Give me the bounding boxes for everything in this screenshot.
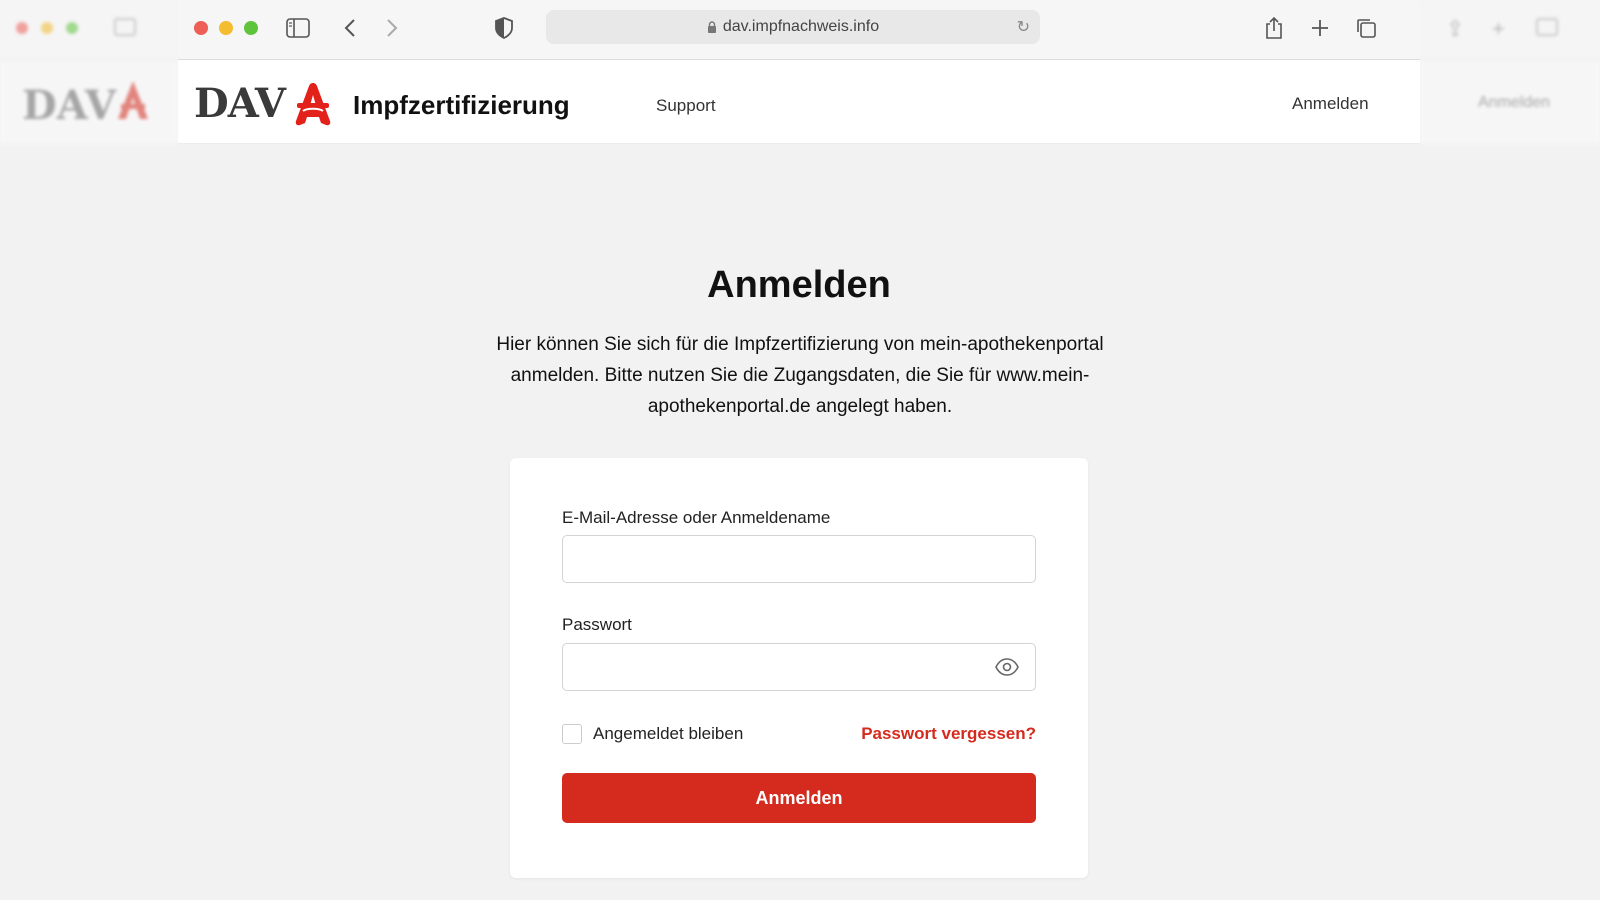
login-form-card: E-Mail-Adresse oder Anmeldename Passwort… bbox=[510, 458, 1088, 878]
remember-me-checkbox[interactable] bbox=[562, 724, 582, 744]
reload-icon[interactable]: ↻ bbox=[1017, 17, 1030, 37]
back-icon[interactable] bbox=[336, 14, 364, 42]
traffic-light-minimize bbox=[41, 22, 53, 34]
password-label: Passwort bbox=[562, 615, 632, 634]
nav-link-support[interactable]: Support bbox=[656, 96, 716, 116]
remember-me-label[interactable]: Angemeldet bleiben bbox=[593, 724, 743, 744]
forgot-password-link[interactable]: Passwort vergessen? bbox=[861, 724, 1036, 744]
email-label: E-Mail-Adresse oder Anmeldename bbox=[562, 508, 831, 527]
sidebar-icon[interactable] bbox=[284, 14, 312, 42]
traffic-light-close bbox=[16, 22, 28, 34]
site-header: DAV Impfzertifizierung Support Anmelden bbox=[178, 60, 1420, 144]
pharmacy-a-icon bbox=[118, 81, 148, 119]
password-field[interactable] bbox=[562, 643, 1036, 691]
share-icon[interactable] bbox=[1260, 14, 1288, 42]
browser-toolbar: dav.impfnachweis.info ↻ bbox=[178, 0, 1420, 60]
traffic-light-zoom bbox=[66, 22, 78, 34]
dav-logo-text: DAV bbox=[194, 80, 286, 127]
close-window-button[interactable] bbox=[194, 21, 208, 35]
sidebar-icon bbox=[114, 18, 136, 36]
tabs-icon bbox=[1536, 18, 1558, 36]
forward-icon[interactable] bbox=[378, 14, 406, 42]
shield-icon[interactable] bbox=[490, 14, 518, 42]
minimize-window-button[interactable] bbox=[219, 21, 233, 35]
new-tab-icon: + bbox=[1492, 16, 1505, 41]
zoom-window-button[interactable] bbox=[244, 21, 258, 35]
main-content: Anmelden Hier können Sie sich für die Im… bbox=[178, 144, 1420, 900]
url-text: dav.impfnachweis.info bbox=[722, 18, 880, 35]
pharmacy-a-icon bbox=[295, 82, 331, 125]
background-window-right: ⇪ + Anmelden bbox=[1420, 0, 1600, 900]
login-button[interactable]: Anmelden bbox=[562, 773, 1036, 823]
dav-logo-text: DAV bbox=[22, 82, 116, 129]
new-tab-icon[interactable] bbox=[1306, 14, 1334, 42]
background-window-chrome bbox=[0, 0, 178, 60]
dav-logo[interactable]: DAV bbox=[194, 80, 333, 127]
share-icon: ⇪ bbox=[1446, 16, 1465, 41]
nav-link-login[interactable]: Anmelden bbox=[1292, 94, 1369, 114]
background-window-chrome: ⇪ + bbox=[1420, 0, 1600, 60]
lock-icon bbox=[707, 20, 716, 33]
background-window-header: Anmelden bbox=[1420, 60, 1600, 144]
browser-window: dav.impfnachweis.info ↻ DAV Impfzertifiz… bbox=[178, 0, 1420, 900]
email-field[interactable] bbox=[562, 535, 1036, 583]
app-title: Impfzertifizierung bbox=[353, 90, 570, 120]
eye-icon[interactable] bbox=[995, 657, 1019, 677]
page-title: Anmelden bbox=[707, 264, 891, 306]
tabs-icon[interactable] bbox=[1352, 14, 1380, 42]
background-login-link: Anmelden bbox=[1478, 94, 1551, 111]
page-description: Hier können Sie sich für die Impfzertifi… bbox=[496, 334, 1104, 417]
address-bar[interactable]: dav.impfnachweis.info ↻ bbox=[546, 10, 1040, 44]
background-window-header: DAV bbox=[0, 60, 178, 144]
background-window-left: DAV bbox=[0, 0, 178, 900]
